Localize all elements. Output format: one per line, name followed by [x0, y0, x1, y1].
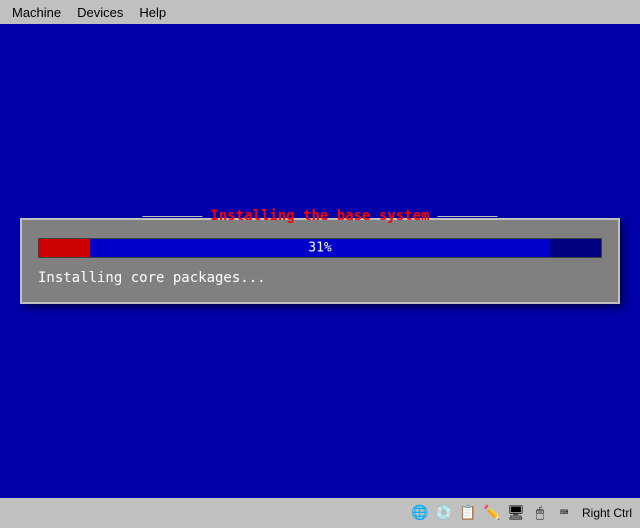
statusbar-icon-keyboard[interactable]: ⌨	[554, 503, 574, 523]
statusbar: 🌐 💿 📋 ✏️ 🖥 🖱 ⌨ Right Ctrl	[0, 498, 640, 528]
statusbar-icon-pointer[interactable]: ✏️	[482, 503, 502, 523]
menu-machine[interactable]: Machine	[4, 3, 69, 22]
menu-devices[interactable]: Devices	[69, 3, 131, 22]
main-area: Installing the base system 31% Installin…	[0, 24, 640, 498]
install-status-text: Installing core packages...	[38, 270, 602, 286]
title-line-left	[142, 216, 202, 217]
statusbar-icon-cd[interactable]: 💿	[434, 503, 454, 523]
statusbar-icon-mouse[interactable]: 🖱	[530, 503, 550, 523]
dialog-title-bar: Installing the base system	[142, 208, 497, 224]
statusbar-icon-display[interactable]: 🖥	[506, 503, 526, 523]
statusbar-icon-network[interactable]: 🌐	[410, 503, 430, 523]
title-line-right	[438, 216, 498, 217]
menu-help[interactable]: Help	[131, 3, 174, 22]
install-dialog: Installing the base system 31% Installin…	[20, 218, 620, 304]
progress-label: 31%	[39, 241, 601, 256]
statusbar-icon-usb[interactable]: 📋	[458, 503, 478, 523]
menubar: Machine Devices Help	[0, 0, 640, 24]
right-ctrl-label: Right Ctrl	[582, 506, 632, 520]
progress-bar-container: 31%	[38, 238, 602, 258]
dialog-title: Installing the base system	[210, 208, 429, 224]
